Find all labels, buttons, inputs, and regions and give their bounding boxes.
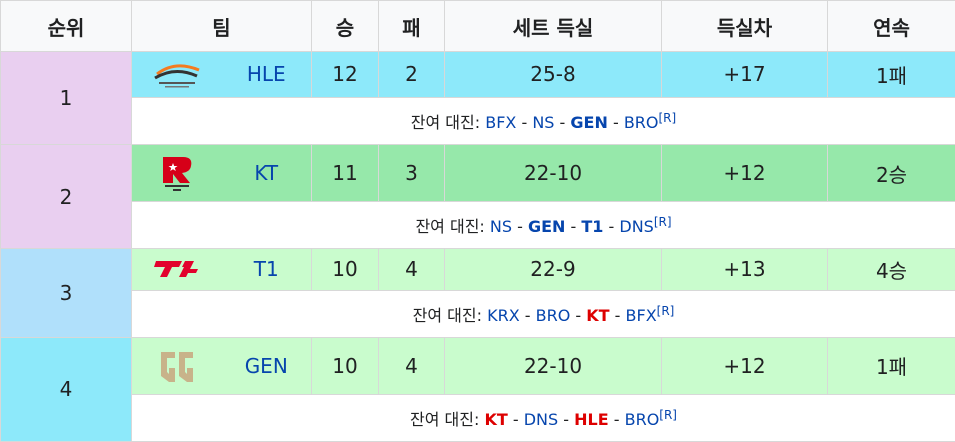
set-diff-cell: +17 [661,51,828,98]
set-record-cell: 22-10 [444,143,662,203]
separator: - [570,305,587,325]
team-logo-cell[interactable] [131,143,222,203]
opponent-link[interactable]: BFX [626,306,657,325]
remaining-row: 잔여 대진: KRX - BRO - KT - BFX[R] [1,289,955,338]
separator: - [607,112,624,132]
rank-cell: 2 [0,143,132,250]
table-row: 1 HLE 12 2 25-8 +17 1패 [0,51,955,145]
opponent-link[interactable]: BFX [485,113,516,132]
team-logo-cell[interactable] [131,51,222,98]
streak-cell: 2승 [827,143,955,203]
team-name-link[interactable]: HLE [221,51,312,98]
opponent-link[interactable]: BRO [625,410,660,429]
set-diff-cell: +13 [661,248,828,291]
hle-logo-icon[interactable] [132,52,222,97]
remaining-row: 잔여 대진: BFX - NS - GEN - BRO[R] [1,96,955,145]
remaining-matches-label: 잔여 대진: [415,217,485,237]
separator: - [609,305,626,325]
header-team: 팀 [131,0,312,52]
rank-cell: 4 [0,336,132,442]
header-rank: 순위 [0,0,132,52]
opponent-link[interactable]: NS [490,217,512,236]
remaining-matches-label: 잔여 대진: [412,305,482,325]
kt-rolster-logo-icon[interactable] [132,145,222,201]
losses-cell: 4 [378,248,445,291]
remaining-row: 잔여 대진: KT - DNS - HLE - BRO[R] [1,394,955,442]
opponent-link[interactable]: KT [586,306,609,325]
gen-g-logo-icon[interactable] [132,338,222,394]
table-row: 3 T1 10 4 22-9 +13 4승 [0,248,955,338]
opponent-link[interactable]: HLE [574,410,609,429]
t1-logo-icon[interactable] [132,249,222,290]
header-losses: 패 [378,0,445,52]
separator: - [558,410,575,429]
streak-cell: 1패 [827,51,955,98]
opponent-link[interactable]: GEN [528,217,565,236]
set-diff-cell: +12 [661,143,828,203]
separator: - [608,410,625,429]
losses-cell: 4 [378,336,445,396]
opponent-link[interactable]: KT [484,410,507,429]
separator: - [507,410,524,429]
opponent-link[interactable]: GEN [570,113,607,132]
table-row: 2 KT 11 3 22-10 +12 2승 [0,143,955,250]
opponent-link[interactable]: DNS [524,410,558,429]
team-name-link[interactable]: KT [221,143,312,203]
wins-cell: 10 [311,336,379,396]
streak-cell: 4승 [827,248,955,291]
separator: - [512,217,528,237]
wins-cell: 12 [311,51,379,98]
remaining-matches-cell: 잔여 대진: BFX - NS - GEN - BRO[R] [131,96,955,145]
opponent-link[interactable]: NS [532,113,554,132]
opponent-link[interactable]: T1 [581,217,603,236]
header-set-diff: 득실차 [661,0,828,52]
streak-cell: 1패 [827,336,955,396]
remaining-matches-cell: 잔여 대진: KT - DNS - HLE - BRO[R] [131,394,955,442]
remaining-matches-cell: 잔여 대진: KRX - BRO - KT - BFX[R] [131,289,955,338]
remaining-matches-label: 잔여 대진: [410,410,480,429]
set-diff-cell: +12 [661,336,828,396]
losses-cell: 2 [378,51,445,98]
separator: - [603,217,620,237]
wins-cell: 10 [311,248,379,291]
remaining-matches-label: 잔여 대진: [410,112,481,132]
set-record-cell: 22-9 [444,248,662,291]
header-row: 순위 팀 승 패 세트 득실 득실차 연속 [0,0,955,52]
team-logo-cell[interactable] [131,248,222,291]
header-wins: 승 [311,0,379,52]
header-streak: 연속 [827,0,955,52]
reference-link[interactable]: [R] [654,215,672,229]
separator: - [554,112,571,132]
team-logo-cell[interactable] [131,336,222,396]
standings-table: 순위 팀 승 패 세트 득실 득실차 연속 1 HLE 12 2 25-8 +1… [0,0,955,442]
reference-link[interactable]: [R] [659,408,677,422]
opponent-link[interactable]: BRO [536,306,571,325]
separator: - [565,217,582,237]
separator: - [516,112,533,132]
remaining-row: 잔여 대진: NS - GEN - T1 - DNS[R] [1,201,955,250]
set-record-cell: 25-8 [444,51,662,98]
team-name-link[interactable]: GEN [221,336,312,396]
team-name-link[interactable]: T1 [221,248,312,291]
wins-cell: 11 [311,143,379,203]
separator: - [519,305,536,325]
opponent-link[interactable]: DNS [619,217,653,236]
losses-cell: 3 [378,143,445,203]
opponent-link[interactable]: BRO [624,113,659,132]
rank-cell: 3 [0,248,132,338]
reference-link[interactable]: [R] [659,111,677,125]
set-record-cell: 22-10 [444,336,662,396]
opponent-link[interactable]: KRX [487,306,520,325]
table-row: 4 GEN 10 4 22-10 +12 1패 [0,336,955,442]
remaining-matches-cell: 잔여 대진: NS - GEN - T1 - DNS[R] [131,201,955,250]
reference-link[interactable]: [R] [657,304,675,318]
header-set-record: 세트 득실 [444,0,662,52]
rank-cell: 1 [0,51,132,145]
